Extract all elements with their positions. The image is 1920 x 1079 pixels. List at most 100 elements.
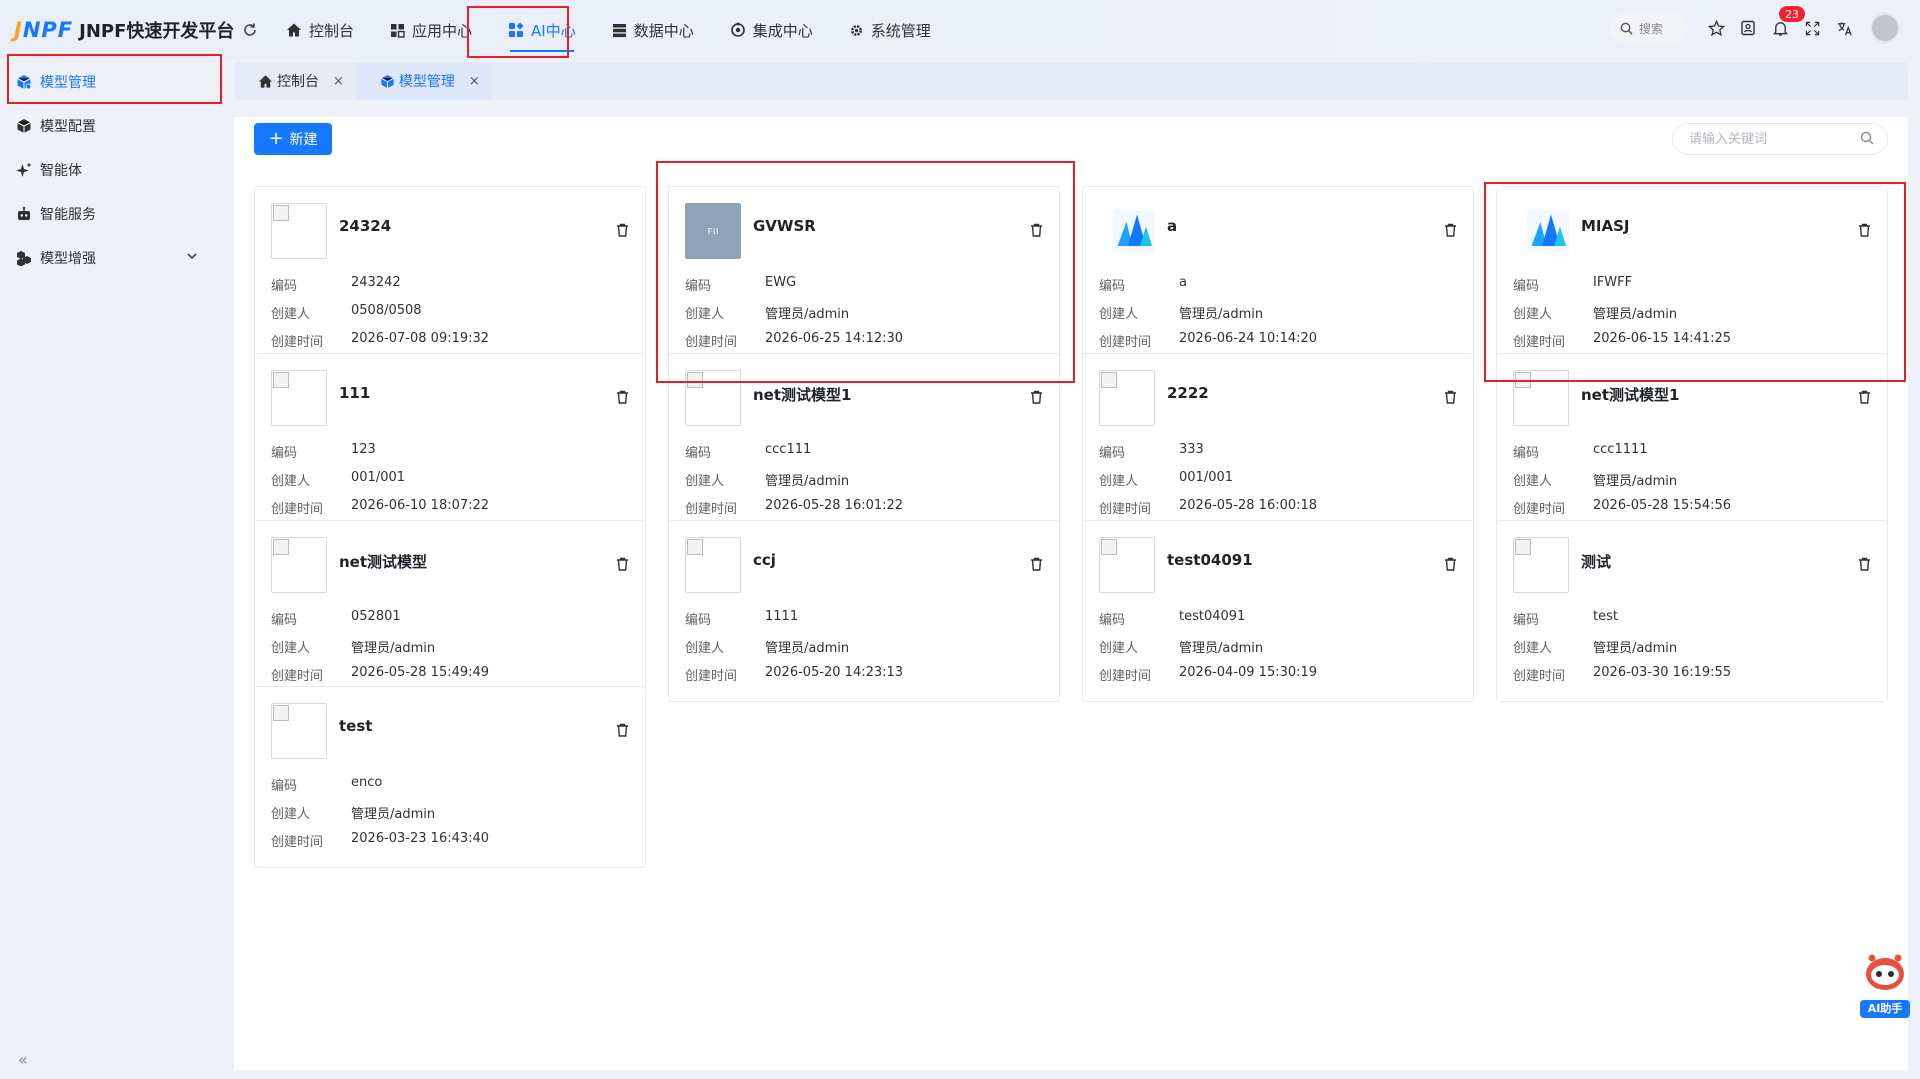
trash-icon[interactable] [1444, 390, 1457, 404]
model-code: test04091 [1179, 609, 1246, 624]
model-logo [1099, 203, 1155, 259]
sidebar-collapse-button[interactable]: « [18, 1050, 28, 1069]
trash-icon[interactable] [1858, 390, 1871, 404]
model-code-row: 编码 a [1099, 275, 1187, 294]
search-icon[interactable] [1860, 131, 1874, 145]
model-card[interactable]: ccj 编码 1111 创建人 管理员/admin 创建时间 2026-05-20 14:2… [668, 520, 1060, 702]
contact-card-icon[interactable] [1732, 12, 1764, 44]
model-creator: 0508/0508 [351, 303, 422, 318]
model-card[interactable]: test 编码 enco 创建人 管理员/admin 创建时间 2026-03-23 16:… [254, 686, 646, 868]
model-time-row: 创建时间 2026-05-20 14:23:13 [685, 665, 904, 684]
translate-icon[interactable] [1828, 12, 1860, 44]
top-nav: 控制台 应用中心 AI中心 数据中心 集成中心 系统管理 [272, 0, 953, 60]
ai-assistant-button[interactable]: AI助手 [1860, 952, 1910, 1022]
trash-icon[interactable] [616, 390, 629, 404]
fullscreen-icon[interactable] [1796, 12, 1828, 44]
robot-icon [18, 206, 30, 220]
broken-image-icon [1515, 539, 1531, 555]
model-thumbnail [1513, 537, 1569, 593]
sidebar-item-smart-service[interactable]: 智能服务 [0, 192, 232, 236]
sidebar-item-model-management[interactable]: 模型管理 [0, 60, 232, 104]
nav-dashboard[interactable]: 控制台 [272, 10, 368, 50]
model-creator-row: 创建人 管理员/admin [1099, 637, 1263, 656]
model-created-time: 2026-06-24 10:14:20 [1179, 331, 1318, 346]
model-name: GVWSR [753, 217, 816, 235]
model-card[interactable]: test04091 编码 test04091 创建人 管理员/admin 创建时间 2026… [1082, 520, 1474, 702]
nav-data-center[interactable]: 数据中心 [598, 10, 708, 50]
model-card[interactable]: 2222 编码 333 创建人 001/001 创建时间 2026-05-28 16:00:… [1082, 353, 1474, 535]
trash-icon[interactable] [1444, 557, 1457, 571]
tab-close-icon[interactable]: × [333, 74, 344, 89]
model-creator-row: 创建人 管理员/admin [1099, 303, 1263, 322]
nav-system-management[interactable]: 系统管理 [835, 10, 945, 50]
trash-icon[interactable] [616, 723, 629, 737]
global-search[interactable]: 搜索 [1610, 12, 1688, 44]
model-card[interactable]: MIASJ 编码 IFWFF 创建人 管理员/admin 创建时间 2026-06-15 1… [1496, 186, 1888, 368]
trash-icon[interactable] [1858, 557, 1871, 571]
model-code-row: 编码 ccc1111 [1513, 442, 1648, 461]
user-avatar[interactable] [1870, 13, 1900, 43]
model-card[interactable]: 24324 编码 243242 创建人 0508/0508 创建时间 2026-07-08 … [254, 186, 646, 368]
nav-app-center[interactable]: 应用中心 [376, 10, 486, 50]
gear-icon [850, 24, 862, 36]
star-icon[interactable] [1700, 12, 1732, 44]
model-creator-row: 创建人 管理员/admin [685, 303, 849, 322]
model-name: 测试 [1581, 553, 1612, 571]
app-logo[interactable]: JNPF JNPF快速开发平台 [0, 0, 234, 60]
model-time-row: 创建时间 2026-06-10 18:07:22 [271, 498, 490, 517]
model-code-row: 编码 052801 [271, 609, 401, 628]
trash-icon[interactable] [1030, 223, 1043, 237]
trash-icon[interactable] [1444, 223, 1457, 237]
chevron-down-icon[interactable] [186, 250, 198, 262]
broken-image-icon [273, 539, 289, 555]
sidebar-item-model-enhance[interactable]: 模型增强 [0, 236, 232, 280]
model-code-row: 编码 EWG [685, 275, 797, 294]
tab-close-icon[interactable]: × [469, 74, 480, 89]
model-code: ccc111 [765, 442, 812, 457]
tab-dashboard[interactable]: 控制台 × [234, 62, 356, 100]
tab-model-management[interactable]: 模型管理 × [355, 62, 492, 100]
refresh-icon[interactable] [240, 20, 260, 40]
model-creator: 管理员/admin [765, 307, 850, 322]
model-thumbnail [271, 203, 327, 259]
model-creator-row: 创建人 001/001 [1099, 470, 1234, 489]
new-button[interactable]: + 新建 [254, 123, 332, 155]
model-name: net测试模型 [339, 553, 428, 571]
model-code-row: 编码 test [1513, 609, 1618, 628]
model-card[interactable]: net测试模型1 编码 ccc111 创建人 管理员/admin 创建时间 2026-05-… [668, 353, 1060, 535]
model-card[interactable]: 111 编码 123 创建人 001/001 创建时间 2026-06-10 18:07:2… [254, 353, 646, 535]
model-code-row: 编码 243242 [271, 275, 401, 294]
model-creator-row: 创建人 管理员/admin [271, 803, 435, 822]
model-code: 243242 [351, 275, 401, 290]
model-created-time: 2026-06-15 14:41:25 [1593, 331, 1732, 346]
model-code-row: 编码 123 [271, 442, 376, 461]
model-card[interactable]: net测试模型1 编码 ccc1111 创建人 管理员/admin 创建时间 2026-05… [1496, 353, 1888, 535]
nav-ai-center[interactable]: AI中心 [494, 10, 590, 52]
model-card[interactable]: net测试模型 编码 052801 创建人 管理员/admin 创建时间 2026-05-2… [254, 520, 646, 702]
model-card[interactable]: 测试 编码 test 创建人 管理员/admin 创建时间 2026-03-30 16:19… [1496, 520, 1888, 702]
broken-image-icon [273, 205, 289, 221]
bell-icon[interactable]: 23 [1764, 5, 1806, 44]
home-icon [258, 74, 273, 88]
sidebar-item-model-config[interactable]: 模型配置 [0, 104, 232, 148]
nav-integration-center[interactable]: 集成中心 [716, 10, 827, 50]
model-time-row: 创建时间 2026-06-25 14:12:30 [685, 331, 904, 350]
trash-icon[interactable] [616, 557, 629, 571]
model-time-row: 创建时间 2026-04-09 15:30:19 [1099, 665, 1318, 684]
sidebar-item-agent[interactable]: 智能体 [0, 148, 232, 192]
model-creator-row: 创建人 管理员/admin [1513, 637, 1677, 656]
model-name: test04091 [1167, 551, 1253, 569]
trash-icon[interactable] [616, 223, 629, 237]
model-name: 24324 [339, 217, 392, 235]
model-creator-row: 创建人 管理员/admin [685, 637, 849, 656]
trash-icon[interactable] [1030, 390, 1043, 404]
model-card[interactable]: a 编码 a 创建人 管理员/admin 创建时间 2026-06-24 10:14:20 [1082, 186, 1474, 368]
model-card[interactable]: ꜰıı GVWSR 编码 EWG 创建人 管理员/admin 创建时间 2026-06-25 … [668, 186, 1060, 368]
keyword-search-input[interactable] [1672, 123, 1888, 155]
home-icon [287, 23, 301, 37]
trash-icon[interactable] [1858, 223, 1871, 237]
trash-icon[interactable] [1030, 557, 1043, 571]
model-creator: 管理员/admin [1593, 474, 1678, 489]
logo-mark: JNPF [14, 18, 74, 42]
model-time-row: 创建时间 2026-03-23 16:43:40 [271, 831, 490, 850]
